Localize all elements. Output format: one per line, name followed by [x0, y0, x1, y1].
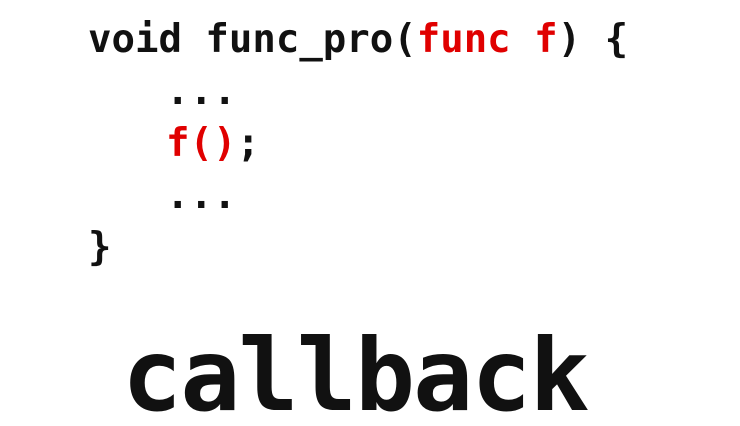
code-call-highlight: f()	[166, 121, 237, 166]
code-line-ellipsis-bottom: ...	[88, 170, 628, 222]
code-semicolon: ;	[236, 121, 260, 166]
code-line-closing-brace: }	[88, 222, 628, 274]
code-ellipsis: ...	[166, 69, 237, 114]
code-signature-suffix: ) {	[557, 17, 629, 62]
code-ellipsis: ...	[166, 173, 237, 218]
code-closing-brace: }	[88, 225, 112, 270]
code-signature-prefix: void func_pro(	[88, 17, 417, 62]
subtitle-cropped	[128, 416, 608, 426]
slide: void func_pro(func f) { ... f(); ... } c…	[0, 0, 740, 426]
code-line-signature: void func_pro(func f) {	[88, 14, 628, 66]
code-line-call: f();	[88, 118, 628, 170]
callback-title: callback	[122, 317, 590, 426]
code-line-ellipsis-top: ...	[88, 66, 628, 118]
code-param-highlight: func f	[416, 17, 558, 62]
code-block: void func_pro(func f) { ... f(); ... }	[88, 14, 628, 274]
